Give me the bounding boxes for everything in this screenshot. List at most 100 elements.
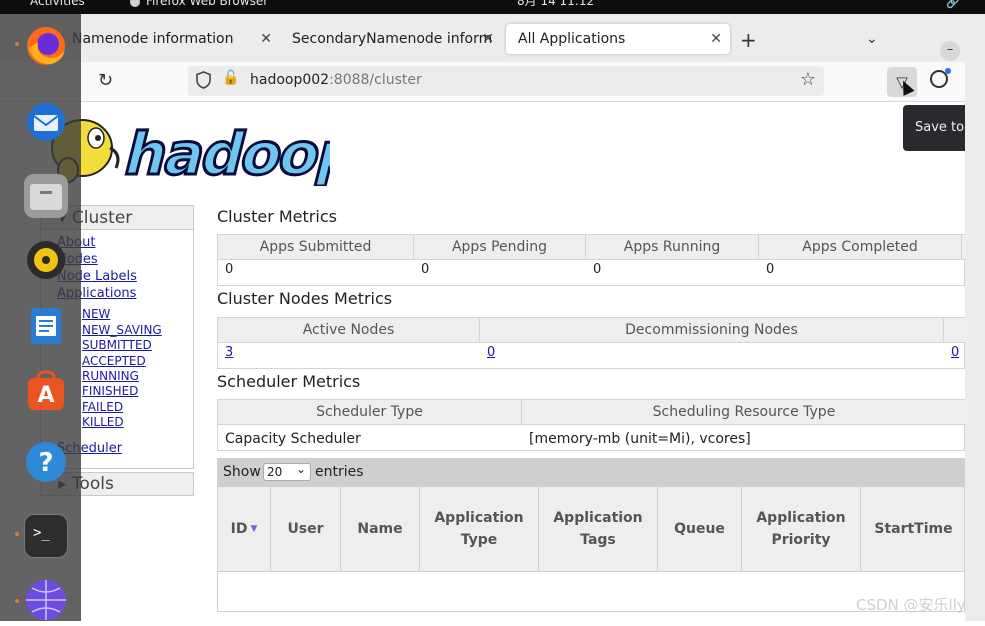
column-application-type[interactable]: Application Type [420, 487, 539, 571]
column-label: StartTime [874, 521, 953, 537]
nav-state-failed[interactable]: FAILED [82, 400, 123, 414]
column-label: Name [357, 521, 403, 537]
running-indicator [15, 42, 19, 46]
tooltip: Save to [903, 105, 973, 151]
software-center-icon[interactable]: A [24, 370, 68, 414]
tab-all-applications[interactable]: All Applications ✕ [506, 24, 730, 54]
column-label: Application Type [434, 510, 524, 548]
column-label: Application Tags [553, 510, 643, 548]
column-label: User [287, 521, 324, 537]
header-apps-submitted: Apps Submitted [218, 235, 414, 260]
cluster-nodes-metrics-title: Cluster Nodes Metrics [217, 289, 393, 308]
value-active-nodes-link[interactable]: 3 [225, 345, 233, 360]
new-tab-plus-icon[interactable]: + [740, 28, 757, 52]
url-bar[interactable]: 🔓 hadoop002:8088/cluster ☆ [188, 66, 824, 96]
tab-label: All Applications [518, 31, 626, 47]
value-apps-pending: 0 [421, 262, 430, 277]
tab-namenode[interactable]: Namenode information ✕ [60, 24, 280, 54]
firefox-icon[interactable] [24, 24, 68, 68]
system-top-bar: Activities Firefox Web Browser 8月 14 11:… [0, 0, 985, 14]
header-apps-running: Apps Running [586, 235, 759, 260]
svg-text:?: ? [38, 448, 53, 478]
nav-state-submitted[interactable]: SUBMITTED [82, 338, 152, 352]
sort-desc-icon: ▼ [250, 524, 258, 534]
tab-list-chevron-icon[interactable]: ⌄ [866, 31, 878, 47]
ubuntu-dock: A ? >_ [0, 14, 81, 621]
value-apps-running: 0 [593, 262, 602, 277]
scheduler-metrics-title: Scheduler Metrics [217, 372, 361, 391]
window-edge [965, 14, 985, 621]
nav-state-finished[interactable]: FINISHED [82, 384, 138, 398]
column-id[interactable]: ID ▼ [218, 487, 271, 571]
entries-label: entries [315, 464, 364, 480]
svg-text:A: A [37, 383, 54, 408]
column-queue[interactable]: Queue [658, 487, 742, 571]
network-icon[interactable]: 🔗 [946, 0, 960, 9]
files-icon[interactable] [24, 174, 68, 218]
svg-text:>_: >_ [33, 525, 50, 541]
nav-state-running[interactable]: RUNNING [82, 369, 139, 383]
apps-table-body [217, 572, 965, 612]
header-decommissioning-nodes: Decommissioning Nodes [480, 318, 944, 343]
column-start-time[interactable]: StartTime [861, 487, 966, 571]
header-apps-pending: Apps Pending [414, 235, 586, 260]
nav-state-killed[interactable]: KILLED [82, 415, 124, 429]
header-scheduling-resource-type: Scheduling Resource Type [522, 400, 966, 425]
value-scheduler-type: Capacity Scheduler [225, 431, 361, 447]
value-apps-submitted: 0 [225, 262, 234, 277]
navigation-toolbar: ↻ 🔓 hadoop002:8088/cluster ☆ ▽ [0, 62, 965, 102]
column-label: Queue [674, 521, 725, 537]
value-next-column-link[interactable]: 0 [951, 345, 959, 360]
column-name[interactable]: Name [341, 487, 420, 571]
tab-label: SecondaryNamenode inform [292, 31, 493, 47]
show-label: Show [223, 464, 261, 480]
apps-table-header: ID ▼ User Name Application Type Applicati… [217, 486, 965, 572]
tab-strip: Namenode information ✕ SecondaryNamenode… [0, 14, 965, 62]
apps-table-controls: Show 20 entries [217, 458, 965, 486]
column-user[interactable]: User [271, 487, 341, 571]
insecure-lock-icon[interactable]: 🔓 [222, 70, 239, 86]
shield-icon[interactable] [196, 71, 211, 89]
terminal-icon[interactable]: >_ [24, 514, 68, 558]
close-tab-icon[interactable]: ✕ [260, 24, 272, 54]
help-icon[interactable]: ? [24, 440, 68, 484]
window-minimize-icon[interactable]: – [940, 41, 960, 61]
nav-state-accepted[interactable]: ACCEPTED [82, 354, 146, 368]
focused-app-indicator[interactable]: Firefox Web Browser [130, 0, 268, 8]
close-tab-icon[interactable]: ✕ [482, 24, 494, 54]
header-apps-completed: Apps Completed [759, 235, 962, 260]
account-icon[interactable] [930, 68, 951, 88]
value-decommissioning-nodes-link[interactable]: 0 [487, 345, 495, 360]
running-indicator [15, 599, 19, 603]
page-size-select[interactable]: 20 [263, 461, 311, 481]
close-tab-icon[interactable]: ✕ [710, 24, 722, 54]
thunderbird-icon[interactable] [24, 100, 68, 144]
nav-state-new-saving[interactable]: NEW_SAVING [82, 323, 162, 337]
tab-label: Namenode information [72, 31, 234, 47]
reload-icon[interactable]: ↻ [98, 70, 113, 91]
cluster-metrics-title: Cluster Metrics [217, 207, 337, 226]
focused-app-label: Firefox Web Browser [146, 0, 269, 8]
column-label: ID [230, 521, 248, 537]
column-application-priority[interactable]: Application Priority [742, 487, 861, 571]
bookmark-star-icon[interactable]: ☆ [800, 69, 816, 90]
header-active-nodes: Active Nodes [218, 318, 480, 343]
show-apps-globe-icon[interactable] [24, 578, 68, 622]
column-application-tags[interactable]: Application Tags [539, 487, 658, 571]
activities-button[interactable]: Activities [30, 0, 85, 8]
url-path: :8088/cluster [329, 72, 422, 88]
firefox-indicator-icon [130, 0, 140, 7]
running-indicator [15, 532, 19, 536]
header-more [944, 318, 966, 343]
libreoffice-writer-icon[interactable] [24, 304, 68, 348]
url-text[interactable]: hadoop002:8088/cluster [250, 72, 422, 88]
tab-secondary-namenode[interactable]: SecondaryNamenode inform ✕ [280, 24, 502, 54]
scheduler-metrics-table: Scheduler Type Scheduling Resource Type … [217, 399, 966, 451]
rhythmbox-icon[interactable] [24, 238, 68, 282]
clock[interactable]: 8月 14 11:12 [517, 0, 594, 8]
nav-state-new[interactable]: NEW [82, 307, 110, 321]
value-apps-completed: 0 [766, 262, 775, 277]
watermark: CSDN @安乐lly [856, 596, 966, 614]
cluster-metrics-table: Apps Submitted Apps Pending Apps Running… [217, 234, 966, 286]
cluster-nodes-metrics-table: Active Nodes Decommissioning Nodes 3 0 0 [217, 317, 966, 369]
